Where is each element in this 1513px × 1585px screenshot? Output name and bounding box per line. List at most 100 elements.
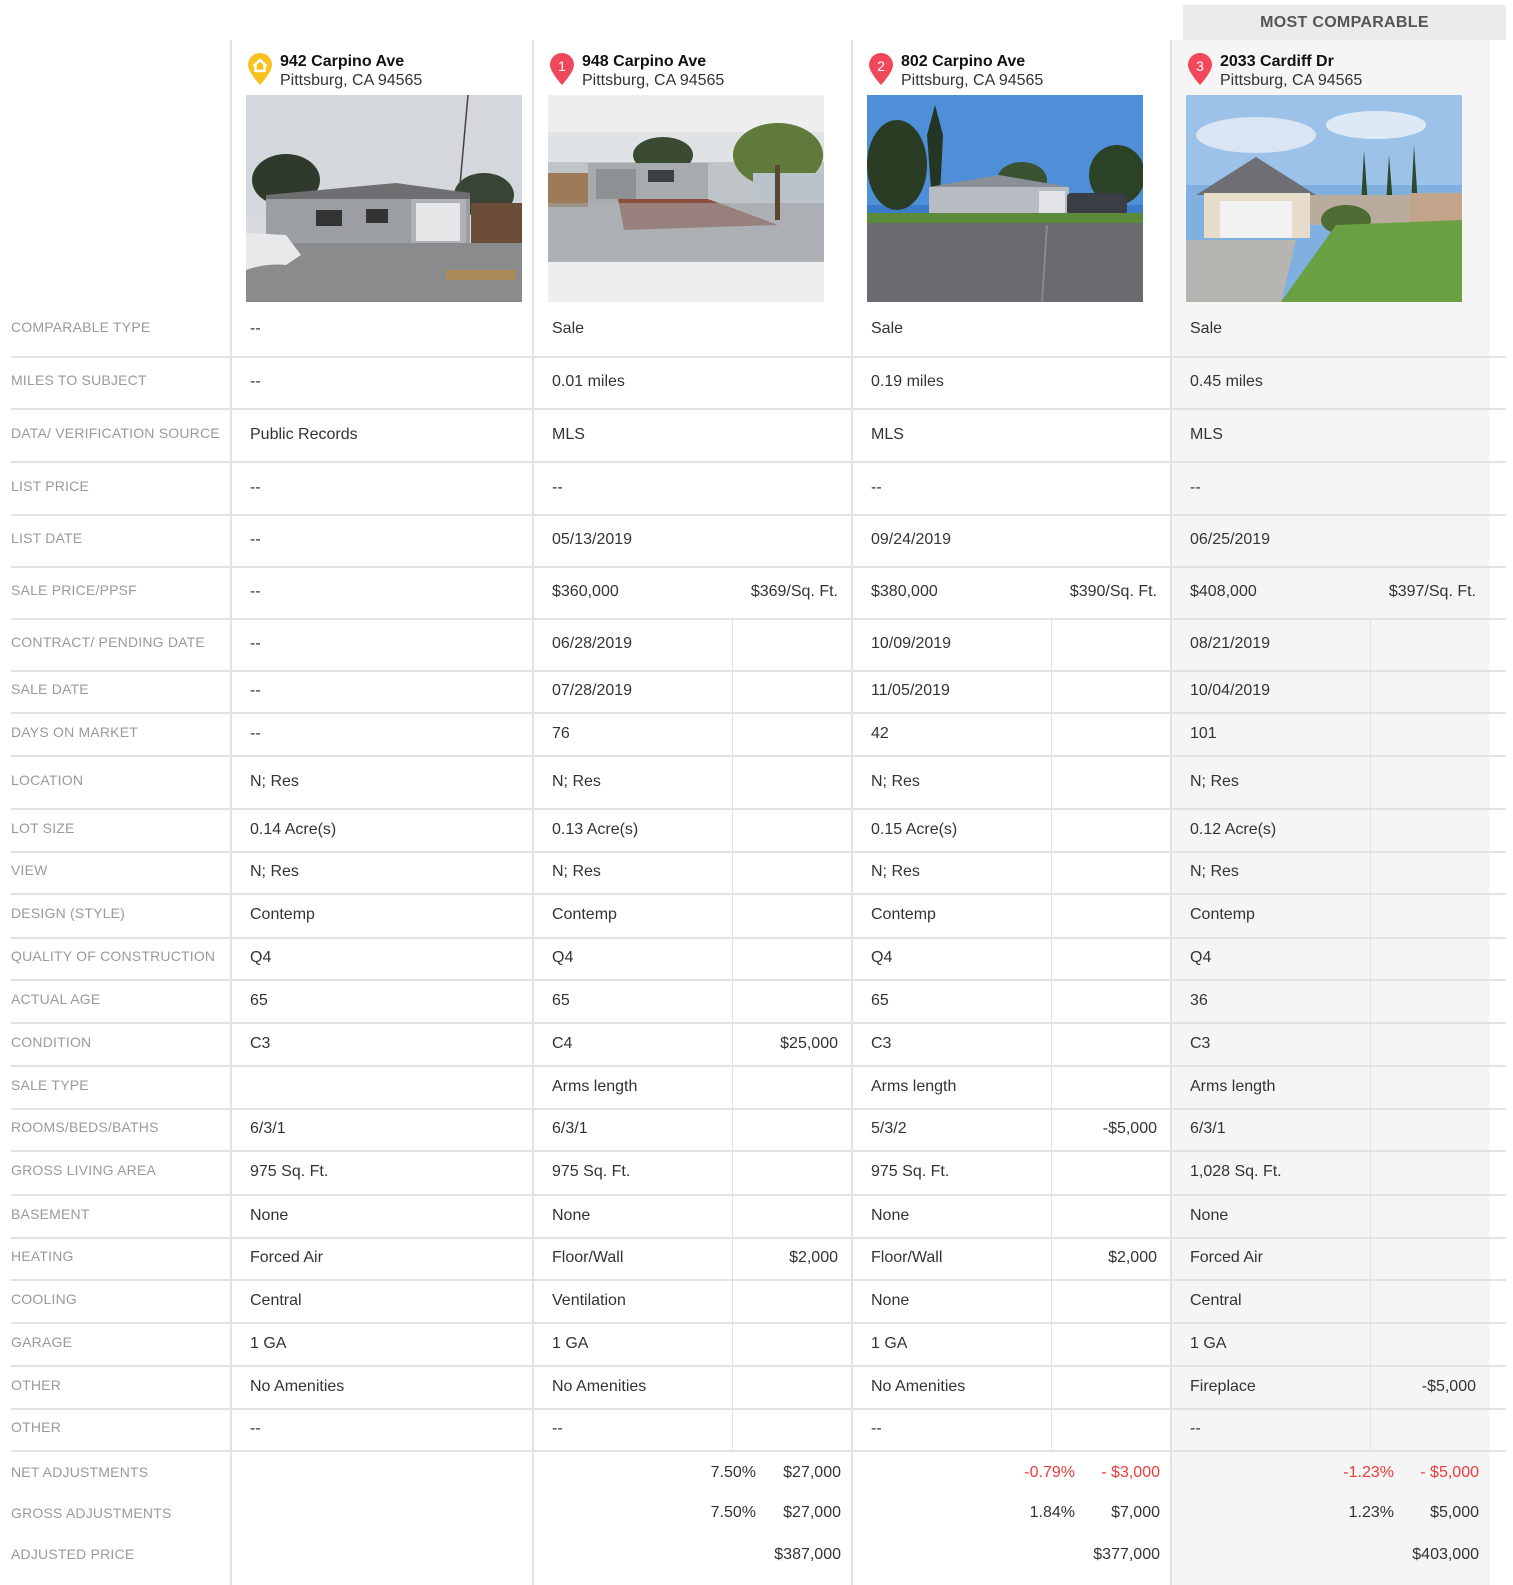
cell-value: MLS	[552, 425, 585, 443]
row-label: COOLING	[11, 1290, 77, 1307]
cell-divider	[732, 1196, 733, 1237]
row-label: SALE TYPE	[11, 1076, 89, 1093]
cell-value: Central	[1190, 1291, 1242, 1309]
house-photo-comp-3[interactable]	[1186, 95, 1462, 302]
cell-adjustment: $390/Sq. Ft.	[1069, 583, 1157, 600]
row-label: LIST PRICE	[11, 477, 89, 494]
row-label: GARAGE	[11, 1333, 73, 1350]
cell-value: 08/21/2019	[1190, 635, 1271, 652]
net-adjustment-amount: $27,000	[783, 1464, 841, 1481]
property-header-comp-1[interactable]: 1 948 Carpino Ave Pittsburg, CA 94565	[548, 52, 838, 96]
cell-divider	[1051, 939, 1052, 979]
cell-value: 1 GA	[552, 1334, 589, 1352]
house-photo-comp-1[interactable]	[548, 95, 824, 302]
cell-divider	[732, 1324, 733, 1365]
cell-divider	[1370, 714, 1371, 755]
cell-divider	[732, 672, 733, 712]
cell-divider	[1051, 1196, 1052, 1237]
property-city: Pittsburg, CA 94565	[901, 72, 1044, 89]
cell-divider	[1370, 1067, 1371, 1108]
adjusted-price: $377,000	[1093, 1546, 1160, 1563]
cell-divider	[1051, 1239, 1052, 1279]
row-label: OTHER	[11, 1419, 61, 1435]
cell-value: N; Res	[250, 772, 299, 790]
cell-divider	[732, 1367, 733, 1408]
row-divider	[11, 566, 1506, 568]
property-city: Pittsburg, CA 94565	[1220, 72, 1363, 89]
row-divider	[11, 893, 1506, 895]
cell-divider	[732, 1152, 733, 1194]
row-label: DATA/ VERIFICATION SOURCE	[11, 424, 220, 441]
cell-value: 65	[250, 991, 268, 1009]
row-divider	[11, 670, 1506, 672]
pin-number: 2	[877, 58, 885, 74]
cell-value: Q4	[871, 949, 893, 966]
cell-value: Ventilation	[552, 1291, 626, 1309]
cell-value: --	[250, 583, 261, 600]
row-label: OTHER	[11, 1376, 61, 1393]
cell-value: 975 Sq. Ft.	[871, 1163, 950, 1180]
cell-value: None	[1190, 1206, 1229, 1224]
cell-value: No Amenities	[552, 1377, 647, 1395]
cell-value: --	[250, 724, 261, 742]
row-label: ACTUAL AGE	[11, 990, 101, 1007]
cell-value: $360,000	[552, 583, 619, 600]
row-label: MILES TO SUBJECT	[11, 372, 147, 388]
row-label-gross-adjustments: GROSS ADJUSTMENTS	[11, 1505, 172, 1521]
cell-adjustment: $397/Sq. Ft.	[1388, 583, 1476, 600]
adjusted-price: $387,000	[774, 1546, 841, 1563]
cell-divider	[732, 1410, 733, 1450]
cell-value: --	[250, 531, 261, 548]
row-label: SALE DATE	[11, 681, 89, 697]
cell-divider	[1051, 1410, 1052, 1450]
row-divider	[11, 937, 1506, 939]
property-header-comp-2[interactable]: 2 802 Carpino Ave Pittsburg, CA 94565	[867, 52, 1157, 96]
cell-value: 0.19 miles	[871, 373, 944, 390]
property-address: 2033 Cardiff Dr	[1220, 53, 1334, 70]
cell-value: C3	[871, 1034, 892, 1052]
net-adjustment-amount: - $3,000	[1101, 1464, 1160, 1481]
cell-value: 101	[1190, 724, 1217, 742]
cell-value: Q4	[1190, 949, 1212, 966]
cell-divider	[1051, 672, 1052, 712]
cell-divider	[732, 757, 733, 808]
row-divider	[11, 1108, 1506, 1110]
cell-value: --	[250, 478, 261, 496]
cell-divider	[1370, 1239, 1371, 1279]
property-header-subject[interactable]: 942 Carpino Ave Pittsburg, CA 94565	[246, 52, 526, 96]
row-label: LOCATION	[11, 771, 84, 788]
gross-adjustment-amount: $5,000	[1430, 1504, 1479, 1521]
cell-value: 1,028 Sq. Ft.	[1190, 1163, 1282, 1180]
property-header-comp-3[interactable]: 3 2033 Cardiff Dr Pittsburg, CA 94565	[1186, 52, 1476, 96]
cell-value: N; Res	[552, 772, 601, 790]
cell-value: N; Res	[871, 772, 920, 790]
row-divider	[11, 618, 1506, 620]
cell-value: 06/28/2019	[552, 635, 633, 652]
row-divider	[11, 1408, 1506, 1410]
row-divider	[11, 979, 1506, 981]
cell-value: 0.01 miles	[552, 373, 625, 390]
cell-value: None	[552, 1206, 591, 1224]
row-divider	[11, 1022, 1506, 1024]
row-label: DAYS ON MARKET	[11, 723, 139, 740]
cell-value: Forced Air	[1190, 1249, 1263, 1266]
cell-value: Q4	[250, 949, 272, 966]
cell-value: None	[871, 1291, 910, 1309]
cell-value: --	[250, 682, 261, 699]
cell-value: Forced Air	[250, 1249, 323, 1266]
cell-divider	[732, 939, 733, 979]
row-label: BASEMENT	[11, 1205, 90, 1222]
cell-divider	[732, 1067, 733, 1108]
row-divider	[11, 514, 1506, 516]
house-photo-comp-2[interactable]	[867, 95, 1143, 302]
cell-divider	[732, 981, 733, 1022]
row-label: HEATING	[11, 1248, 74, 1264]
house-photo-subject[interactable]	[246, 95, 522, 302]
cell-value: Arms length	[1190, 1077, 1276, 1095]
cell-value: Central	[250, 1291, 302, 1309]
cell-value: 65	[871, 991, 889, 1009]
row-divider	[11, 408, 1506, 410]
cell-divider	[1051, 757, 1052, 808]
cell-divider	[1051, 1281, 1052, 1322]
cell-value: Arms length	[552, 1077, 638, 1095]
